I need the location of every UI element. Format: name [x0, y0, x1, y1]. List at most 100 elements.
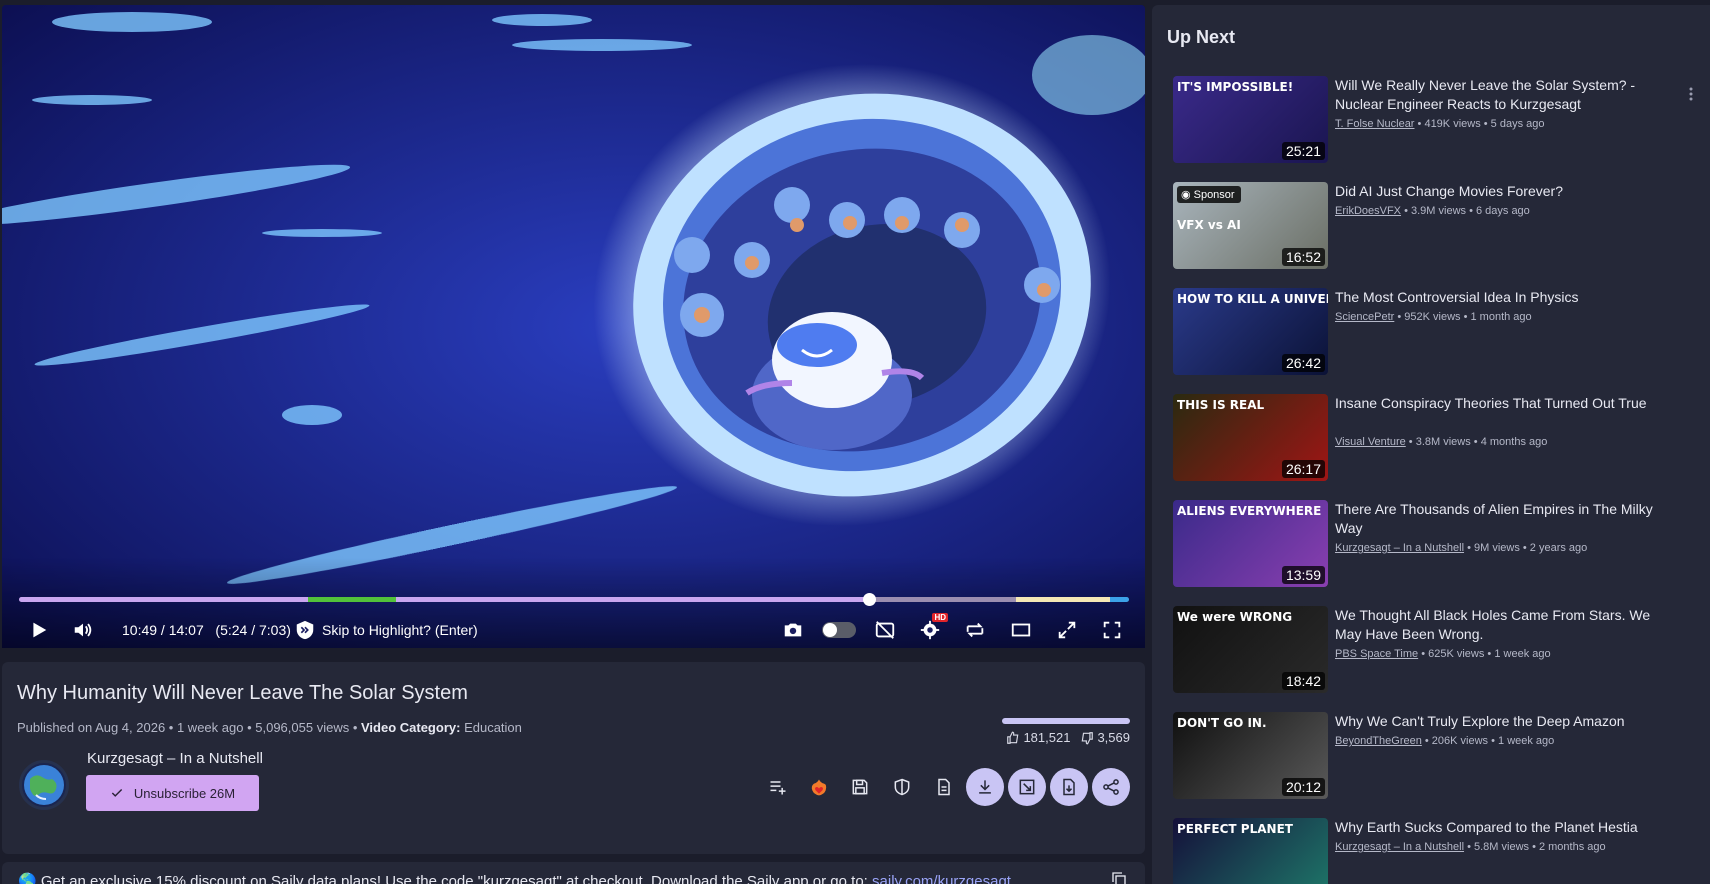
transcript-button[interactable]	[925, 768, 963, 806]
list-item[interactable]: PERFECT PLANET Why Earth Sucks Compared t…	[1173, 818, 1693, 884]
video-thumbnail[interactable]: HOW TO KILL A UNIVERSE 26:42	[1173, 288, 1328, 375]
channel-link[interactable]: T. Folse Nuclear	[1335, 118, 1414, 130]
file-export-icon	[1063, 778, 1075, 796]
video-title-link[interactable]: Will We Really Never Leave the Solar Sys…	[1335, 76, 1665, 114]
dislike-count: 3,569	[1097, 730, 1130, 745]
sponsor-label: Sponsor	[1193, 188, 1235, 201]
fullscreen-button[interactable]	[1097, 615, 1127, 645]
video-thumbnail[interactable]: DON'T GO IN. 20:12	[1173, 712, 1328, 799]
save-icon	[852, 779, 868, 795]
video-meta: T. Folse Nuclear • 419K views • 5 days a…	[1335, 118, 1544, 130]
video-frame[interactable]	[2, 5, 1145, 648]
play-button[interactable]	[23, 615, 53, 645]
seek-bar[interactable]	[19, 593, 1129, 606]
loop-button[interactable]	[960, 615, 990, 645]
channel-link[interactable]: Kurzgesagt – In a Nutshell	[1335, 841, 1464, 853]
video-thumbnail[interactable]: THIS IS REAL 26:17	[1173, 394, 1328, 481]
expand-button[interactable]	[1052, 615, 1082, 645]
list-item[interactable]: DON'T GO IN. 20:12 Why We Can't Truly Expl…	[1173, 712, 1693, 800]
channel-avatar[interactable]	[19, 760, 69, 810]
mute-button[interactable]	[68, 615, 98, 645]
picture-in-picture-icon	[1019, 779, 1035, 795]
video-thumbnail[interactable]: PERFECT PLANET	[1173, 818, 1328, 884]
up-next-sidebar: Up Next IT'S IMPOSSIBLE! 25:21 Will We Rea…	[1152, 5, 1710, 884]
duration-badge: 13:59	[1281, 566, 1325, 584]
copy-description-button[interactable]	[1110, 870, 1128, 884]
current-time: 10:49 / 14:07	[122, 622, 204, 638]
list-item[interactable]: VFX vs AI ◉ Sponsor 16:52 Did AI Just Change…	[1173, 182, 1693, 270]
video-info-panel: Why Humanity Will Never Leave The Solar …	[2, 662, 1145, 854]
save-button[interactable]	[841, 768, 879, 806]
sponsor-icon: ◉	[1181, 189, 1191, 201]
loop-icon	[966, 622, 984, 638]
video-meta: ErikDoesVFX • 3.9M views • 6 days ago	[1335, 205, 1530, 217]
list-item[interactable]: We were WRONG 18:42 We Thought All Black H…	[1173, 606, 1693, 694]
sponsor-badge: ◉ Sponsor	[1177, 186, 1241, 203]
channel-link[interactable]: Kurzgesagt – In a Nutshell	[1335, 542, 1464, 554]
sponsorblock-icon	[296, 620, 314, 640]
list-item[interactable]: IT'S IMPOSSIBLE! 25:21 Will We Really Neve…	[1173, 76, 1693, 164]
thumbs-down-icon	[1082, 731, 1094, 744]
thanks-button[interactable]	[800, 768, 838, 806]
video-stats: • 419K views • 5 days ago	[1414, 118, 1545, 130]
duration-badge: 26:42	[1281, 354, 1325, 372]
thumbnail-text: DON'T GO IN.	[1177, 716, 1267, 730]
video-title-link[interactable]: Did AI Just Change Movies Forever?	[1335, 182, 1665, 201]
pip-button[interactable]	[1008, 768, 1046, 806]
control-bar: 10:49 / 14:07 (5:24 / 7:03) Skip to High…	[2, 613, 1145, 645]
video-title-link[interactable]: Insane Conspiracy Theories That Turned O…	[1335, 394, 1665, 413]
like-ratio-bar	[1002, 718, 1130, 724]
video-stats: • 625K views • 1 week ago	[1418, 648, 1551, 660]
video-title-link[interactable]: There Are Thousands of Alien Empires in …	[1335, 500, 1665, 538]
video-thumbnail[interactable]: We were WRONG 18:42	[1173, 606, 1328, 693]
list-item[interactable]: THIS IS REAL 26:17 Insane Conspiracy Theor…	[1173, 394, 1693, 482]
video-title-link[interactable]: We Thought All Black Holes Came From Sta…	[1335, 606, 1665, 644]
video-meta: Kurzgesagt – In a Nutshell • 5.8M views …	[1335, 841, 1606, 853]
screenshot-button[interactable]	[778, 615, 808, 645]
channel-link[interactable]: PBS Space Time	[1335, 648, 1418, 660]
channel-link[interactable]: BeyondTheGreen	[1335, 735, 1422, 747]
video-player[interactable]: 10:49 / 14:07 (5:24 / 7:03) Skip to High…	[2, 5, 1145, 648]
video-title-link[interactable]: The Most Controversial Idea In Physics	[1335, 288, 1665, 307]
list-item[interactable]: ALIENS EVERYWHERE 13:59 There Are Thousand…	[1173, 500, 1693, 588]
theater-mode-button[interactable]	[1006, 615, 1036, 645]
duration-badge: 20:12	[1281, 778, 1325, 796]
watched-segment-2	[396, 597, 870, 602]
heart-flame-icon	[811, 779, 827, 796]
more-options-button[interactable]	[1683, 85, 1699, 103]
category-value: Education	[464, 720, 522, 735]
channel-link[interactable]: SciencePetr	[1335, 311, 1394, 323]
skip-to-highlight-button[interactable]: Skip to Highlight? (Enter)	[294, 618, 478, 642]
export-button[interactable]	[1050, 768, 1088, 806]
list-item[interactable]: HOW TO KILL A UNIVERSE 26:42 The Most Cont…	[1173, 288, 1693, 376]
seek-track[interactable]	[19, 597, 1129, 602]
thumbnail-text: ALIENS EVERYWHERE	[1177, 504, 1322, 518]
globe-emoji-icon: 🌎	[18, 873, 37, 884]
download-button[interactable]	[966, 768, 1004, 806]
channel-link[interactable]: Visual Venture	[1335, 436, 1406, 448]
unsubscribe-button[interactable]: Unsubscribe 26M	[86, 775, 259, 811]
autoplay-toggle[interactable]	[822, 622, 856, 638]
channel-link[interactable]: ErikDoesVFX	[1335, 205, 1401, 217]
video-title-link[interactable]: Why Earth Sucks Compared to the Planet H…	[1335, 818, 1665, 837]
channel-name[interactable]: Kurzgesagt – In a Nutshell	[87, 750, 263, 767]
settings-button[interactable]: HD	[915, 613, 948, 645]
description-link[interactable]: saily.com/kurzgesagt	[872, 873, 1011, 884]
block-button[interactable]	[883, 768, 921, 806]
share-button[interactable]	[1092, 768, 1130, 806]
play-icon	[33, 622, 47, 638]
thumbnail-text: HOW TO KILL A UNIVERSE	[1177, 292, 1328, 306]
subtitles-off-button[interactable]	[870, 615, 900, 645]
like-button[interactable]: 181,521	[1006, 730, 1070, 745]
video-stats: • 952K views • 1 month ago	[1394, 311, 1532, 323]
video-title-link[interactable]: Why We Can't Truly Explore the Deep Amaz…	[1335, 712, 1665, 731]
video-thumbnail[interactable]: ALIENS EVERYWHERE 13:59	[1173, 500, 1328, 587]
video-thumbnail[interactable]: IT'S IMPOSSIBLE! 25:21	[1173, 76, 1328, 163]
copy-icon	[1112, 872, 1126, 884]
add-to-playlist-button[interactable]	[759, 768, 797, 806]
duration-badge: 25:21	[1281, 142, 1325, 160]
hd-badge: HD	[932, 613, 948, 622]
duration-badge: 18:42	[1281, 672, 1325, 690]
dislike-button[interactable]: 3,569	[1080, 730, 1130, 745]
video-thumbnail[interactable]: VFX vs AI ◉ Sponsor 16:52	[1173, 182, 1328, 269]
